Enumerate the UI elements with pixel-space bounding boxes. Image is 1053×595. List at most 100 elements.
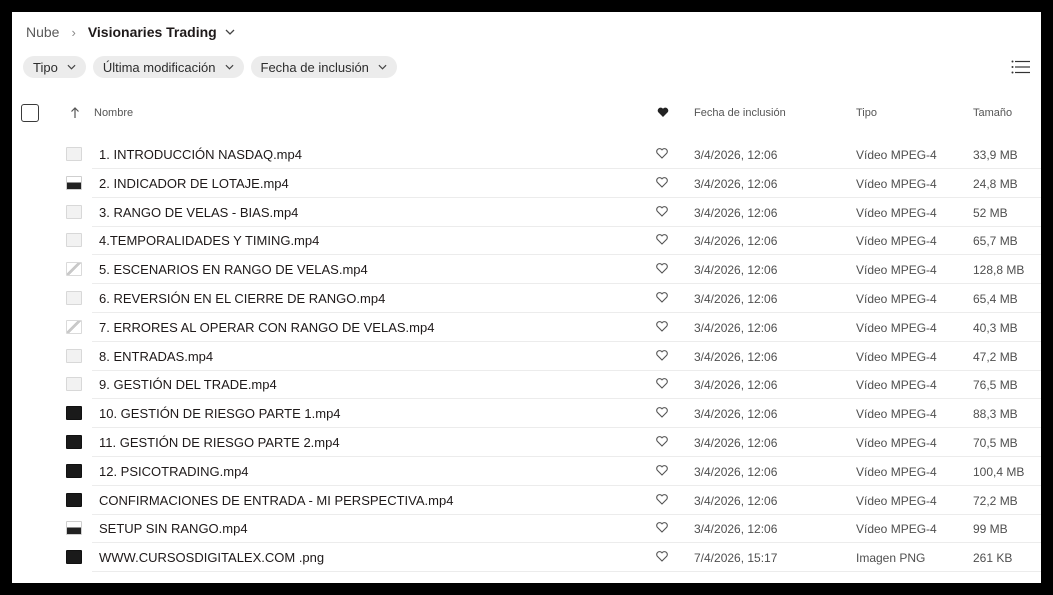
file-thumbnail <box>66 147 82 161</box>
file-size: 52 MB <box>973 205 1008 220</box>
file-type: Vídeo MPEG-4 <box>856 176 937 191</box>
file-name[interactable]: CONFIRMACIONES DE ENTRADA - MI PERSPECTI… <box>99 493 453 508</box>
file-date: 3/4/2026, 12:06 <box>694 522 778 537</box>
file-thumbnail <box>66 550 82 565</box>
file-thumbnail <box>66 406 82 421</box>
file-name[interactable]: 11. GESTIÓN DE RIESGO PARTE 2.mp4 <box>99 435 340 450</box>
table-row[interactable]: 5. ESCENARIOS EN RANGO DE VELAS.mp4 3/4/2… <box>12 255 1041 285</box>
chevron-down-icon[interactable] <box>225 29 235 35</box>
file-type: Vídeo MPEG-4 <box>856 205 937 220</box>
table-row[interactable]: 8. ENTRADAS.mp4 3/4/2026, 12:06 Vídeo MPEG… <box>12 342 1041 371</box>
table-row[interactable]: 12. PSICOTRADING.mp4 3/4/2026, 12:06 Vídeo… <box>12 457 1041 486</box>
file-name[interactable]: 7. ERRORES AL OPERAR CON RANGO DE VELAS.… <box>99 320 434 335</box>
file-name[interactable]: 12. PSICOTRADING.mp4 <box>99 464 249 479</box>
file-type: Vídeo MPEG-4 <box>856 378 937 393</box>
file-thumbnail <box>66 233 82 248</box>
file-date: 3/4/2026, 12:06 <box>694 349 778 364</box>
table-row[interactable]: 3. RANGO DE VELAS - BIAS.mp4 3/4/2026, 12… <box>12 198 1041 227</box>
file-name[interactable]: 9. GESTIÓN DEL TRADE.mp4 <box>99 377 277 392</box>
file-size: 88,3 MB <box>973 407 1018 422</box>
filter-added-button[interactable]: Fecha de inclusión <box>250 56 397 78</box>
heart-outline-icon[interactable] <box>656 407 668 418</box>
breadcrumb-root-link[interactable]: Nube <box>26 24 59 40</box>
file-size: 99 MB <box>973 522 1008 537</box>
table-row[interactable]: SETUP SIN RANGO.mp4 3/4/2026, 12:06 Vídeo … <box>12 514 1041 544</box>
table-row[interactable]: 4.TEMPORALIDADES Y TIMING.mp4 3/4/2026, 1… <box>12 226 1041 256</box>
heart-outline-icon[interactable] <box>656 349 668 361</box>
column-header-type[interactable]: Tipo <box>856 107 877 119</box>
file-thumbnail <box>66 291 82 305</box>
file-size: 24,8 MB <box>973 176 1018 191</box>
table-row[interactable]: 1. INTRODUCCIÓN NASDAQ.mp4 3/4/2026, 12:0… <box>12 140 1041 169</box>
file-name[interactable]: 10. GESTIÓN DE RIESGO PARTE 1.mp4 <box>99 406 341 421</box>
file-type: Vídeo MPEG-4 <box>856 320 937 335</box>
file-thumbnail <box>66 175 82 190</box>
heart-outline-icon[interactable] <box>656 205 668 217</box>
heart-outline-icon[interactable] <box>656 292 668 303</box>
file-name[interactable]: 2. INDICADOR DE LOTAJE.mp4 <box>99 176 289 191</box>
heart-outline-icon[interactable] <box>656 493 668 505</box>
file-type: Vídeo MPEG-4 <box>856 234 937 249</box>
file-size: 70,5 MB <box>973 436 1018 450</box>
file-date: 3/4/2026, 12:06 <box>694 292 778 306</box>
heart-outline-icon[interactable] <box>656 263 668 274</box>
filter-type-button[interactable]: Tipo <box>23 56 86 78</box>
heart-outline-icon[interactable] <box>656 464 668 476</box>
file-size: 72,2 MB <box>973 493 1018 508</box>
file-date: 3/4/2026, 12:06 <box>694 148 778 162</box>
select-all-checkbox[interactable] <box>21 104 39 122</box>
file-thumbnail <box>66 319 82 334</box>
chevron-down-icon <box>378 64 387 70</box>
row-divider <box>92 571 1041 573</box>
filter-modified-button[interactable]: Última modificación <box>92 56 244 78</box>
file-date: 3/4/2026, 12:06 <box>694 263 778 278</box>
table-row[interactable]: CONFIRMACIONES DE ENTRADA - MI PERSPECTI… <box>12 486 1041 515</box>
file-date: 3/4/2026, 12:06 <box>694 176 778 191</box>
heart-outline-icon[interactable] <box>656 148 668 159</box>
file-name[interactable]: 5. ESCENARIOS EN RANGO DE VELAS.mp4 <box>99 262 368 277</box>
heart-outline-icon[interactable] <box>656 551 668 562</box>
file-name[interactable]: 8. ENTRADAS.mp4 <box>99 349 213 364</box>
file-type: Vídeo MPEG-4 <box>856 436 937 450</box>
file-type: Vídeo MPEG-4 <box>856 407 937 422</box>
file-type: Vídeo MPEG-4 <box>856 148 937 162</box>
heart-outline-icon[interactable] <box>656 522 668 534</box>
table-row[interactable]: 9. GESTIÓN DEL TRADE.mp4 3/4/2026, 12:06 V… <box>12 370 1041 400</box>
file-name[interactable]: 1. INTRODUCCIÓN NASDAQ.mp4 <box>99 147 302 162</box>
table-row[interactable]: 6. REVERSIÓN EN EL CIERRE DE RANGO.mp4 3/… <box>12 284 1041 313</box>
file-name[interactable]: WWW.CURSOSDIGITALEX.COM .png <box>99 550 324 565</box>
file-size: 33,9 MB <box>973 148 1018 162</box>
table-row[interactable]: 2. INDICADOR DE LOTAJE.mp4 3/4/2026, 12:0… <box>12 169 1041 198</box>
filter-type-label: Tipo <box>33 59 58 75</box>
chevron-down-icon <box>225 64 234 70</box>
table-row[interactable]: 7. ERRORES AL OPERAR CON RANGO DE VELAS.… <box>12 313 1041 342</box>
file-size: 65,4 MB <box>973 292 1018 306</box>
breadcrumb-current-folder[interactable]: Visionaries Trading <box>88 24 217 40</box>
sort-ascending-icon[interactable] <box>70 107 80 119</box>
heart-outline-icon[interactable] <box>656 436 668 447</box>
table-row[interactable]: WWW.CURSOSDIGITALEX.COM .png 7/4/2026, 15… <box>12 543 1041 573</box>
table-row[interactable]: 10. GESTIÓN DE RIESGO PARTE 1.mp4 3/4/202… <box>12 399 1041 429</box>
file-size: 261 KB <box>973 551 1013 566</box>
table-row[interactable]: 11. GESTIÓN DE RIESGO PARTE 2.mp4 3/4/202… <box>12 428 1041 457</box>
file-name[interactable]: SETUP SIN RANGO.mp4 <box>99 521 248 536</box>
heart-outline-icon[interactable] <box>656 378 668 390</box>
column-header-date[interactable]: Fecha de inclusión <box>694 107 786 119</box>
file-thumbnail <box>66 204 82 219</box>
file-date: 3/4/2026, 12:06 <box>694 464 778 479</box>
file-size: 76,5 MB <box>973 378 1018 393</box>
file-name[interactable]: 4.TEMPORALIDADES Y TIMING.mp4 <box>99 233 319 248</box>
file-thumbnail <box>66 492 82 507</box>
heart-outline-icon[interactable] <box>656 234 668 246</box>
filter-modified-label: Última modificación <box>102 59 216 75</box>
file-thumbnail <box>66 377 82 392</box>
column-header-name[interactable]: Nombre <box>94 107 133 119</box>
heart-outline-icon[interactable] <box>656 320 668 332</box>
file-thumbnail <box>66 463 82 478</box>
file-name[interactable]: 3. RANGO DE VELAS - BIAS.mp4 <box>99 205 298 220</box>
heart-filled-icon[interactable] <box>657 107 669 121</box>
file-name[interactable]: 6. REVERSIÓN EN EL CIERRE DE RANGO.mp4 <box>99 291 385 306</box>
heart-outline-icon[interactable] <box>656 176 668 188</box>
column-header-size[interactable]: Tamaño <box>973 107 1012 119</box>
list-view-icon[interactable] <box>1010 58 1032 76</box>
